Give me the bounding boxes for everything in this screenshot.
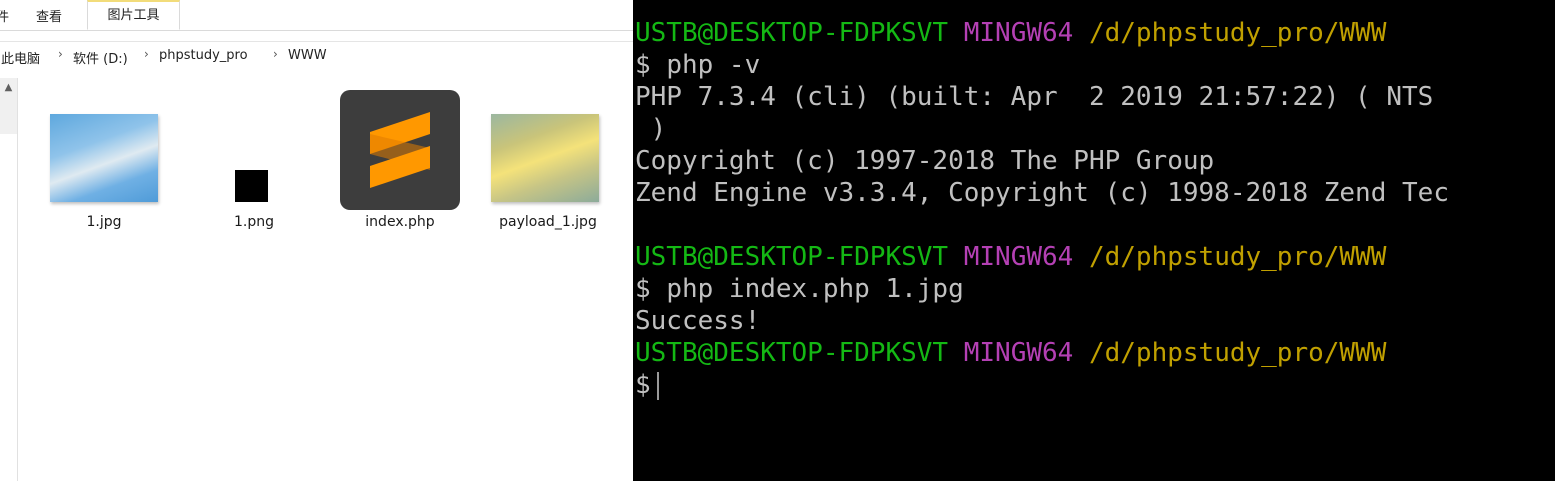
prompt-user: USTB@DESKTOP-FDPKSVT [635,242,949,272]
tab-file[interactable]: 件 [0,6,9,25]
prompt-env: MINGW64 [963,242,1074,272]
file-item-1-jpg[interactable]: 1.jpg [44,94,164,244]
prompt-line: USTB@DESKTOP-FDPKSVT MINGW64 /d/phpstudy… [635,241,1386,273]
tab-view[interactable]: 查看 [36,6,62,25]
breadcrumb-this-pc[interactable]: 此电脑 [1,48,40,67]
prompt-user: USTB@DESKTOP-FDPKSVT [635,338,949,368]
file-name: 1.png [233,214,274,230]
mingw-terminal[interactable]: USTB@DESKTOP-FDPKSVT MINGW64 /d/phpstudy… [633,0,1555,481]
chevron-right-icon[interactable]: › [58,47,63,61]
file-item-payload-1-jpg[interactable]: payload_1.jpg [488,94,608,244]
image-thumbnail [235,170,268,202]
command-text: php index.php 1.jpg [666,274,964,304]
output-line: Copyright (c) 1997-2018 The PHP Group [635,146,1215,176]
dollar-sign: $ [635,370,651,400]
command-line: $ php -v [635,49,760,81]
chevron-right-icon[interactable]: › [273,47,278,61]
breadcrumb[interactable]: 此电脑 › 软件 (D:) › phpstudy_pro › WWW [0,41,633,70]
prompt-user: USTB@DESKTOP-FDPKSVT [635,18,949,48]
sublime-text-icon [340,90,460,210]
dollar-sign: $ [635,50,651,80]
prompt-path: /d/phpstudy_pro/WWW [1088,338,1387,368]
file-name: payload_1.jpg [499,214,597,230]
output-line: PHP 7.3.4 (cli) (built: Apr 2 2019 21:57… [635,82,1434,112]
file-name: index.php [365,214,435,230]
breadcrumb-drive-d[interactable]: 软件 (D:) [73,48,128,67]
file-explorer: 件 查看 图片工具 此电脑 › 软件 (D:) › phpstudy_pro ›… [0,0,633,481]
chevron-right-icon[interactable]: › [144,47,149,61]
tab-picture-tools[interactable]: 图片工具 [87,0,180,30]
prompt-path: /d/phpstudy_pro/WWW [1088,242,1387,272]
prompt-path: /d/phpstudy_pro/WWW [1088,18,1387,48]
input-line[interactable]: $ [635,369,659,401]
ribbon-tabs: 件 查看 图片工具 [0,0,633,31]
output-line: Success! [635,306,761,336]
command-line: $ php index.php 1.jpg [635,273,964,305]
output-line: Zend Engine v3.3.4, Copyright (c) 1998-2… [635,178,1449,208]
dollar-sign: $ [635,274,651,304]
text-cursor [656,371,659,400]
file-name: 1.jpg [86,214,122,230]
file-item-index-php[interactable]: index.php [340,90,460,244]
scroll-up-arrow-icon[interactable]: ▲ [0,78,17,98]
prompt-line: USTB@DESKTOP-FDPKSVT MINGW64 /d/phpstudy… [635,337,1386,369]
image-thumbnail [491,114,599,202]
prompt-env: MINGW64 [963,338,1074,368]
command-text: php -v [666,50,761,80]
prompt-env: MINGW64 [963,18,1074,48]
breadcrumb-phpstudy-pro[interactable]: phpstudy_pro [159,48,248,63]
file-item-1-png[interactable]: 1.png [194,94,314,244]
scrollbar-thumb[interactable] [0,134,17,481]
image-thumbnail [50,114,158,202]
output-line: ) [635,114,667,144]
breadcrumb-www[interactable]: WWW [288,48,327,63]
prompt-line: USTB@DESKTOP-FDPKSVT MINGW64 /d/phpstudy… [635,17,1386,49]
nav-pane-scrollbar[interactable]: ▲ [0,78,18,481]
